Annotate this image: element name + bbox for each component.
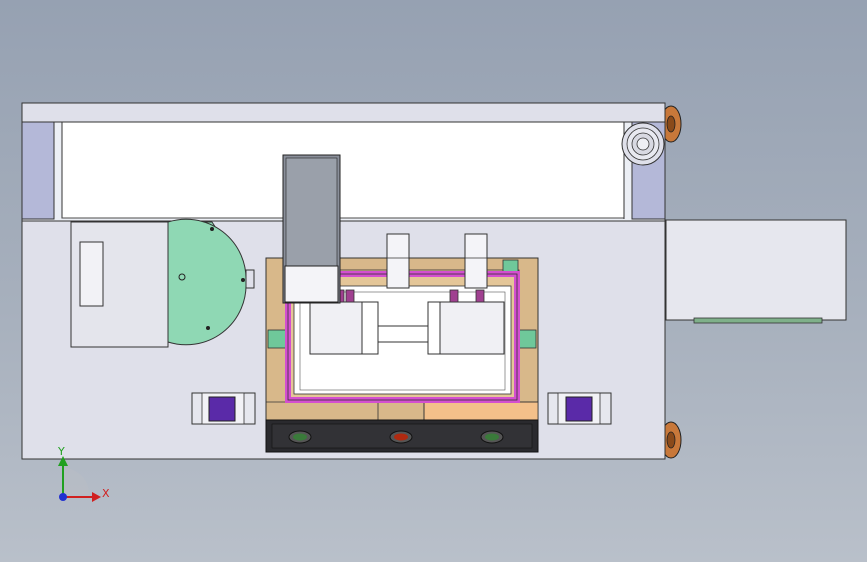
clamp-block-right bbox=[518, 329, 537, 349]
push-button-right bbox=[547, 392, 612, 425]
y-axis-label: Y bbox=[57, 445, 65, 458]
top-rail bbox=[21, 121, 666, 222]
indicator-light-green-left bbox=[288, 430, 312, 444]
pulley-wheel bbox=[621, 122, 665, 166]
push-button-left bbox=[191, 392, 256, 425]
indicator-light-green-right bbox=[480, 430, 504, 444]
clamp-block-left bbox=[267, 329, 287, 349]
motor-coupling bbox=[377, 325, 429, 343]
z-axis-dot bbox=[59, 493, 67, 501]
sensor-block-right bbox=[464, 233, 488, 289]
indicator-light-red bbox=[389, 430, 413, 444]
vertical-actuator bbox=[282, 154, 341, 304]
indicator-panel bbox=[265, 419, 539, 453]
x-axis-label: X bbox=[102, 487, 110, 500]
clamp-block-top-right bbox=[502, 259, 519, 273]
disc-mount-tab bbox=[245, 269, 255, 289]
side-extension-table bbox=[665, 219, 847, 324]
sensor-block-left bbox=[386, 233, 410, 289]
left-control-box bbox=[70, 221, 169, 348]
cad-viewport[interactable]: Y X bbox=[0, 0, 867, 562]
rail-end-left bbox=[21, 121, 55, 220]
assembly-drawing: Y X bbox=[21, 102, 847, 502]
x-axis-arrow bbox=[92, 492, 101, 502]
